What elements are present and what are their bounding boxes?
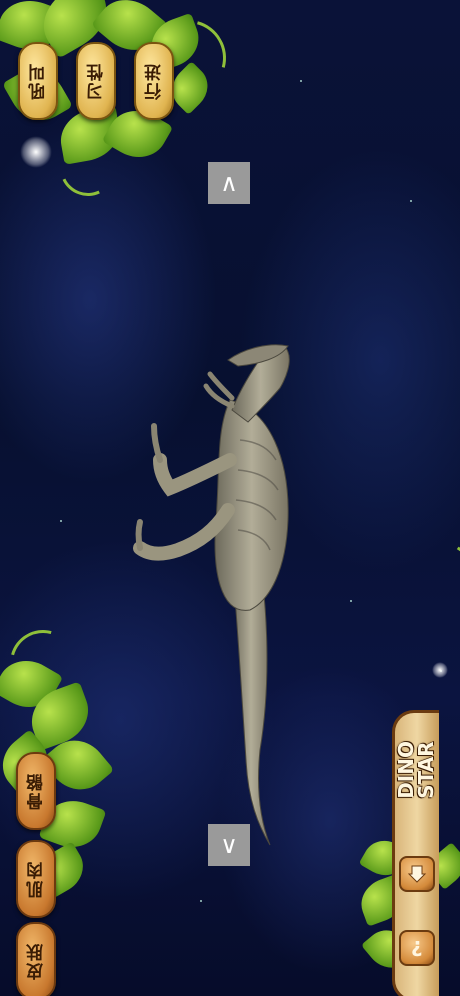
up-arrow-icon: ∧ bbox=[220, 169, 238, 197]
help-icon: ? bbox=[411, 936, 423, 960]
skeleton-button[interactable]: 骨骼 bbox=[16, 752, 56, 830]
muscle-button-label: 肌肉 bbox=[26, 860, 47, 898]
dinosaur-model[interactable] bbox=[120, 330, 320, 850]
star bbox=[200, 900, 202, 902]
down-arrow-icon: ∨ bbox=[220, 831, 238, 859]
glow-orb bbox=[20, 136, 52, 168]
home-button[interactable] bbox=[399, 856, 435, 892]
dino-star-title: DINO STAR bbox=[394, 741, 438, 799]
star bbox=[60, 520, 62, 522]
habit-button-label: 习性 bbox=[86, 62, 107, 100]
dino-star-logo: DINO STAR bbox=[394, 720, 438, 820]
help-button[interactable]: ? bbox=[399, 930, 435, 966]
down-arrow-button[interactable]: ∨ bbox=[208, 824, 250, 866]
star bbox=[300, 80, 302, 82]
game-scene: 行进 习性 吼叫 ∧ 骨骼 肌肉 皮肤 ∨ DINO STAR ? bbox=[0, 0, 460, 996]
skin-button-label: 皮肤 bbox=[26, 942, 47, 980]
roar-button[interactable]: 吼叫 bbox=[18, 42, 58, 120]
star bbox=[350, 600, 352, 602]
star bbox=[410, 200, 412, 202]
skin-button[interactable]: 皮肤 bbox=[16, 922, 56, 996]
habit-button[interactable]: 习性 bbox=[76, 42, 116, 120]
up-arrow-button[interactable]: ∧ bbox=[208, 162, 250, 204]
roar-button-label: 吼叫 bbox=[28, 62, 49, 100]
muscle-button[interactable]: 肌肉 bbox=[16, 840, 56, 918]
home-icon bbox=[407, 865, 427, 883]
walk-button[interactable]: 行进 bbox=[134, 42, 174, 120]
skeleton-button-label: 骨骼 bbox=[26, 772, 47, 810]
glow-orb bbox=[432, 662, 448, 678]
walk-button-label: 行进 bbox=[144, 62, 165, 100]
